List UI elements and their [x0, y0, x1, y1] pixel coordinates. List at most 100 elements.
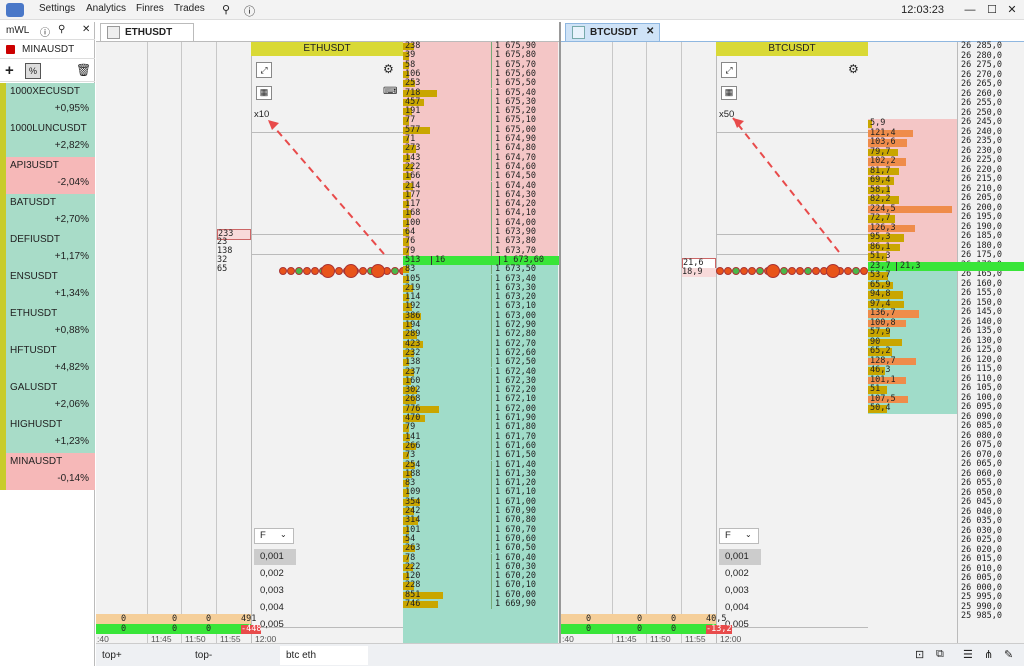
grid-line [251, 254, 403, 255]
minimize-icon[interactable]: — [962, 2, 978, 18]
selected-symbol-row[interactable]: MINAUSDT [0, 41, 95, 59]
gear-icon[interactable]: ⚙ [383, 62, 394, 76]
keyboard-icon[interactable]: ⌨ [383, 86, 397, 97]
price-value: 26 195,0 [961, 212, 1002, 222]
status-marker [0, 120, 6, 157]
step-option[interactable]: 0,002 [719, 566, 761, 582]
symbol-name: MINAUSDT [10, 456, 63, 467]
help-icon[interactable]: ⓘ [40, 24, 50, 39]
price-value: 26 265,0 [961, 79, 1002, 89]
ask-size: 21,3 [896, 261, 920, 271]
menu-finres[interactable]: Finres [136, 3, 164, 14]
filter-select[interactable]: F [254, 528, 294, 544]
maximize-icon[interactable]: ☐ [984, 2, 1000, 18]
volume-value: 95,3 [870, 232, 891, 242]
price-value: 26 065,0 [961, 459, 1002, 469]
close-icon[interactable]: ✕ [82, 24, 90, 35]
step-option[interactable]: 0,001 [254, 549, 296, 565]
list-item[interactable]: 1000XECUSDT +0,95% [0, 83, 95, 120]
step-option[interactable]: 0,003 [719, 583, 761, 599]
step-option[interactable]: 0,002 [254, 566, 296, 582]
tab-ethusdt[interactable]: ETHUSDT [100, 23, 194, 41]
tab-label: BTCUSDT [590, 27, 638, 38]
menu-settings[interactable]: Settings [39, 3, 75, 14]
stat-value: 0 [671, 624, 677, 634]
list-item[interactable]: BATUSDT +2,70% [0, 194, 95, 231]
symbol-header: ETHUSDT [251, 42, 403, 56]
price-value: 1 669,90 [491, 599, 536, 610]
list-item[interactable]: GALUSDT +2,06% [0, 379, 95, 416]
volume-value: 46,3 [870, 365, 891, 375]
zoom-icon[interactable]: ⤢ [256, 62, 272, 78]
list-item[interactable]: ENSUSDT +1,34% [0, 268, 95, 305]
close-icon[interactable]: ✕ [646, 26, 654, 37]
list-item[interactable]: HIGHUSDT +1,23% [0, 416, 95, 453]
trade-bubble [311, 267, 319, 275]
list-item[interactable]: ETHUSDT +0,88% [0, 305, 95, 342]
calc-icon[interactable]: ▦ [256, 86, 272, 100]
add-icon[interactable]: + [5, 62, 14, 79]
price-value: 26 235,0 [961, 136, 1002, 146]
tab-btcusdt[interactable]: BTCUSDT ✕ [565, 23, 660, 41]
stat-value: -448 [241, 624, 262, 635]
layout-icon[interactable]: ⊡ [915, 648, 924, 661]
stat-value: 0 [121, 614, 127, 624]
list-item[interactable]: HFTUSDT +4,82% [0, 342, 95, 379]
list-item[interactable]: DEFIUSDT +1,17% [0, 231, 95, 268]
volume-value: 51 [870, 384, 881, 394]
step-option[interactable]: 0,001 [719, 549, 761, 565]
close-icon[interactable]: ✕ [1004, 2, 1020, 18]
status-marker [0, 453, 6, 490]
volume-value: 746 [405, 599, 421, 609]
status-marker [0, 231, 6, 268]
calc-icon[interactable]: ▦ [721, 86, 737, 100]
percent-icon[interactable]: % [25, 63, 41, 79]
volume-value: 65,2 [870, 346, 891, 356]
volume-value: 51,3 [870, 251, 891, 261]
list-item[interactable]: API3USDT -2,04% [0, 157, 95, 194]
bottom-tab[interactable]: btc eth [280, 646, 368, 665]
size-value: 65 [217, 264, 228, 274]
list-item[interactable]: 1000LUNCUSDT +2,82% [0, 120, 95, 157]
multiplier: x50 [719, 109, 735, 120]
price-value: 26 095,0 [961, 402, 1002, 412]
bottom-tab[interactable]: top- [189, 646, 277, 665]
pin-icon[interactable]: ⚲ [58, 24, 65, 35]
multiplier: x10 [254, 109, 270, 120]
grid-line [181, 42, 182, 643]
symbol-name: GALUSDT [10, 382, 58, 393]
grid-line [251, 234, 403, 235]
list-item[interactable]: MINAUSDT -0,14% [0, 453, 95, 490]
ethusdt-pane: ETHUSDT ⤢ ⚙ ▦ ⌨ x10 F ⌄ 0,001 0,002 0,003 0,004 0,00… [96, 41, 559, 644]
grid-line [251, 132, 403, 133]
status-marker [0, 416, 6, 453]
symbol-name: BATUSDT [10, 197, 56, 208]
chart-icon[interactable]: ⋔ [984, 648, 993, 661]
stat-value: 0 [586, 624, 592, 634]
help-icon[interactable]: ⓘ [244, 3, 255, 19]
step-option[interactable]: 0,004 [254, 600, 296, 616]
list-icon[interactable]: ☰ [963, 648, 973, 661]
bottom-tab[interactable]: top+ [96, 646, 184, 665]
zoom-icon[interactable]: ⤢ [721, 62, 737, 78]
filter-select[interactable]: F [719, 528, 759, 544]
gear-icon[interactable]: ⚙ [848, 62, 859, 76]
step-option[interactable]: 0,003 [254, 583, 296, 599]
price-value: 26 015,0 [961, 554, 1002, 564]
menu-analytics[interactable]: Analytics [86, 3, 126, 14]
pin-icon[interactable]: ⚲ [222, 3, 230, 16]
edit-icon[interactable]: ✎ [1004, 648, 1013, 661]
stat-value: 0 [206, 614, 212, 624]
trash-icon[interactable]: 🗑 [76, 63, 91, 77]
watchlist-toolbar: + % 🗑 [0, 60, 95, 82]
change-percent: +2,70% [54, 214, 89, 225]
menu-trades[interactable]: Trades [174, 3, 205, 14]
trade-bubble [335, 267, 343, 275]
symbol-name: HFTUSDT [10, 345, 57, 356]
change-percent: -2,04% [57, 177, 89, 188]
change-percent: +0,88% [54, 325, 89, 336]
trade-bubble [826, 264, 840, 278]
trade-bubble [391, 267, 399, 275]
window-icon[interactable]: ⧉ [936, 648, 944, 661]
price-value: 26 165,0 [961, 269, 1002, 279]
